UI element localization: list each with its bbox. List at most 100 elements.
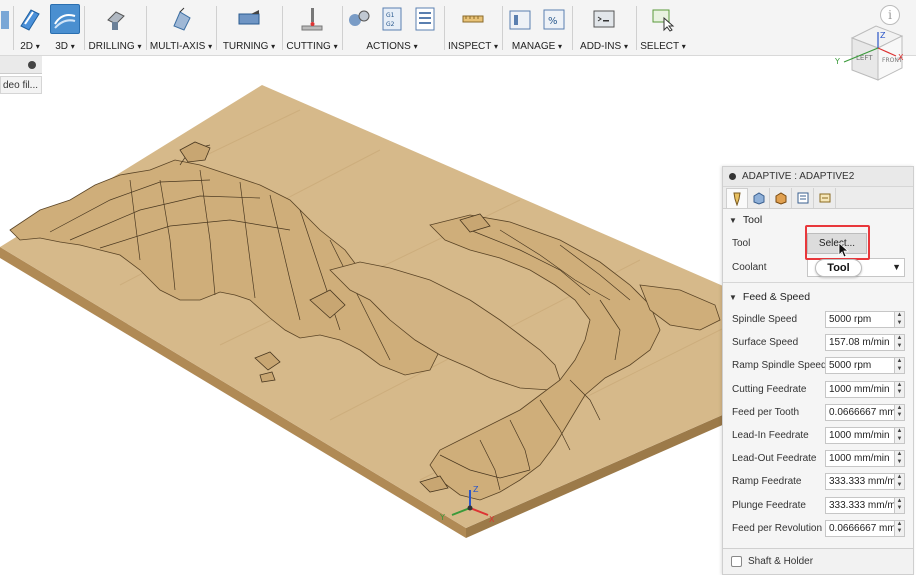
feed-row-spindle-speed: Spindle Speed 5000 rpm ▲ ▼ [723,308,913,331]
stepper-icon[interactable]: ▲ ▼ [895,403,905,421]
drill-icon [100,4,130,34]
surface-speed-input[interactable]: 157.08 m/min [825,334,895,352]
stepper-icon[interactable]: ▲ ▼ [895,450,905,468]
shaft-holder-checkbox[interactable] [731,556,742,567]
viewcube-left-label: LEFT [856,54,873,62]
tool-tab-icon [733,192,741,206]
dropdown-arrow-icon: ▼ [892,262,901,272]
tab-geometry[interactable] [748,188,770,208]
field-label: Cutting Feedrate [732,383,807,395]
ramp-feedrate-input[interactable]: 333.333 mm/m [825,473,895,491]
heights-tab-icon [775,192,786,205]
plunge-feedrate-input[interactable]: 333.333 mm/m [825,496,895,514]
feed-per-tooth-input[interactable]: 0.0666667 mm [825,403,895,421]
stepper-icon[interactable]: ▲ ▼ [895,427,905,445]
triad-z-label: Z [473,485,479,494]
toolbar-group-select[interactable]: SELECT ▾ [638,4,688,56]
feed-speed-section-title: Feed & Speed [742,291,811,303]
stepper-icon[interactable]: ▲ ▼ [895,311,905,329]
field-label: Feed per Tooth [732,406,800,418]
toolbar-label-inspect: INSPECT [448,41,492,52]
coolant-label: Coolant [732,261,767,273]
feed-row-feed-per-revolution: Feed per Revolution 0.0666667 mm ▲ ▼ [723,517,913,540]
toolbar-label-drilling: DRILLING [88,41,135,52]
feed-row-cutting-feedrate: Cutting Feedrate 1000 mm/min ▲ ▼ [723,378,913,401]
shaft-holder-label: Shaft & Holder [748,556,814,567]
cutting-feedrate-input[interactable]: 1000 mm/min [825,380,895,398]
stepper-icon[interactable]: ▲ ▼ [895,473,905,491]
browser-file-item[interactable]: deo fil... [0,76,42,94]
toolbar-group-inspect[interactable]: INSPECT ▾ [446,4,500,56]
dialog-title: ADAPTIVE : ADAPTIVE2 [742,171,855,182]
toolbar-group-2d[interactable]: 2D ▾ [14,4,46,56]
viewcube-z-label: Z [880,31,886,40]
cutting-icon [297,4,327,34]
feed-row-plunge-feedrate: Plunge Feedrate 333.333 mm/m ▲ ▼ [723,494,913,517]
setup-icon[interactable] [0,4,14,34]
field-label: Ramp Spindle Speed [732,360,827,372]
toolbar-label-3d: 3D [55,41,68,52]
stepper-icon[interactable]: ▲ ▼ [895,496,905,514]
toolbar-label-addins: ADD-INS [580,41,622,52]
ramp-spindle-speed-input[interactable]: 5000 rpm [825,357,895,375]
multiaxis-icon [166,4,196,34]
post-process-icon: G1 G2 [377,4,406,34]
stepper-icon[interactable]: ▲ ▼ [895,380,905,398]
feed-row-feed-per-tooth: Feed per Tooth 0.0666667 mm ▲ ▼ [723,401,913,424]
select-arrow-icon [648,4,678,34]
spindle-speed-input[interactable]: 5000 rpm [825,311,895,329]
toolbar-group-turning[interactable]: TURNING ▾ [218,4,280,56]
toolbar-label-multiaxis: MULTI-AXIS [149,41,206,52]
toolbar-group-drilling[interactable]: DRILLING ▾ [86,4,144,56]
stepper-icon[interactable]: ▲ ▼ [895,334,905,352]
triad-x-label: X [489,515,495,524]
feed-row-ramp-spindle-speed: Ramp Spindle Speed 5000 rpm ▲ ▼ [723,354,913,377]
field-label: Lead-Out Feedrate [732,453,817,465]
scripts-icon [589,4,619,34]
3d-adaptive-icon [50,4,80,34]
feed-row-lead-out-feedrate: Lead-Out Feedrate 1000 mm/min ▲ ▼ [723,447,913,470]
2d-pocket-icon [15,4,45,34]
measure-icon [458,4,488,34]
viewcube-x-label: X [898,53,904,62]
browser-header[interactable] [0,56,42,74]
turning-icon [234,4,264,34]
tab-linking[interactable] [814,188,836,208]
section-divider [723,282,913,283]
toolbar-group-multiaxis[interactable]: MULTI-AXIS ▾ [148,4,214,56]
field-label: Feed per Revolution [732,522,823,534]
template-library-icon: % [539,4,569,34]
tab-passes[interactable] [792,188,814,208]
stepper-icon[interactable]: ▲ ▼ [895,357,905,375]
setup-sheet-icon [411,4,440,34]
toolbar-group-actions[interactable]: G1 G2 ACTIONS ▾ [344,4,440,56]
toolbar-label-2d: 2D [20,41,33,52]
stepper-icon[interactable]: ▲ ▼ [895,519,905,537]
passes-tab-icon [797,192,808,204]
toolbar-group-manage[interactable]: % MANAGE ▾ [504,4,570,56]
toolbar-group-addins[interactable]: ADD-INS ▾ [574,4,634,56]
mouse-cursor-icon [838,242,850,258]
toolbar-label-select: SELECT [640,41,679,52]
toolbar-group-3d[interactable]: 3D ▾ [48,4,82,56]
simulate-icon [344,4,373,34]
toolbar-label-actions: ACTIONS [366,41,411,52]
tab-heights[interactable] [770,188,792,208]
toolbar-group-cutting[interactable]: CUTTING ▾ [284,4,340,56]
tool-tooltip: Tool [815,259,862,277]
svg-text:G2: G2 [386,21,395,28]
dialog-pin-icon[interactable] [729,173,736,180]
panel-pin-icon[interactable] [28,61,36,69]
feed-speed-section-header[interactable]: ▼ Feed & Speed [723,286,913,308]
dialog-tabs [723,187,913,209]
field-label: Spindle Speed [732,314,798,326]
lead-in-feedrate-input[interactable]: 1000 mm/min [825,427,895,445]
toolbar-label-cutting: CUTTING [286,41,331,52]
tab-tool[interactable] [726,188,748,208]
shaft-holder-row[interactable]: Shaft & Holder [723,548,913,574]
toolbar-edge [0,4,14,56]
feed-per-revolution-input[interactable]: 0.0666667 mm [825,519,895,537]
viewcube[interactable]: LEFT FRONT Z X Y [832,18,908,90]
lead-out-feedrate-input[interactable]: 1000 mm/min [825,450,895,468]
dialog-title-bar[interactable]: ADAPTIVE : ADAPTIVE2 [723,167,913,187]
